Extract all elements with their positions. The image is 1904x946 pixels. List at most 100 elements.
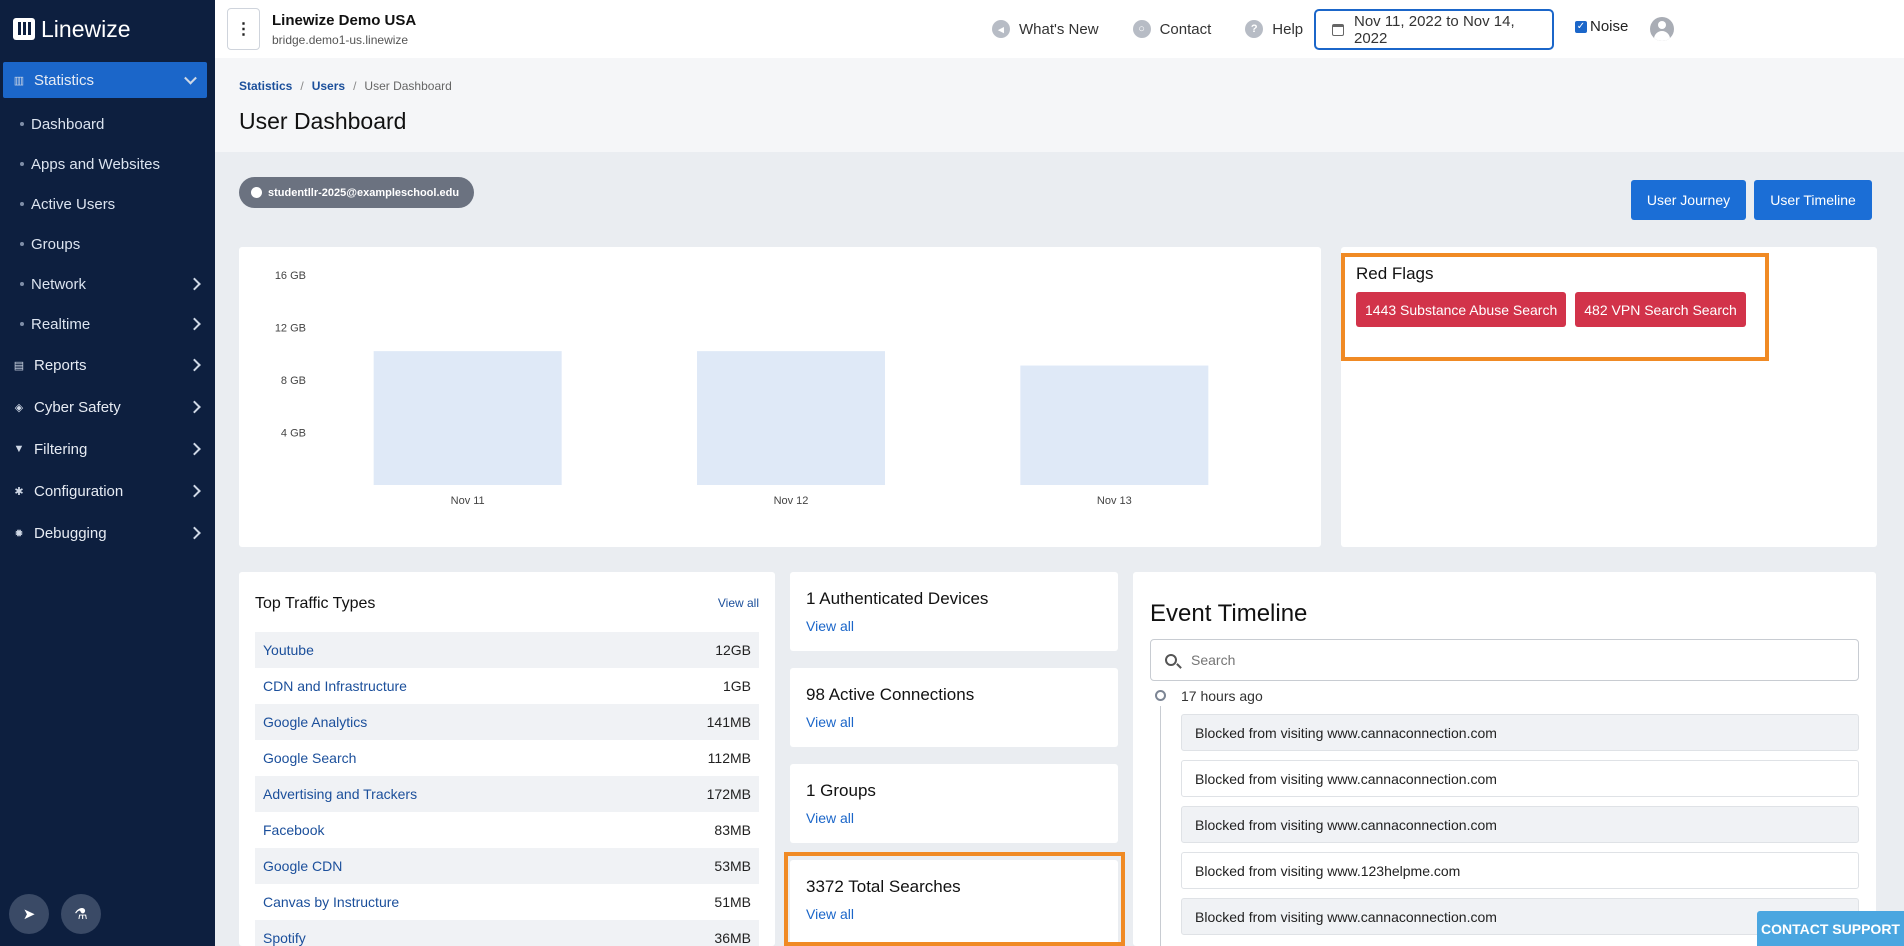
traffic-type-name[interactable]: Youtube (263, 642, 314, 658)
megaphone-icon: ◂ (992, 20, 1010, 38)
sidebar-item-filtering[interactable]: ▼ Filtering (0, 428, 215, 470)
breadcrumb-users[interactable]: Users (312, 79, 345, 93)
timeline-event[interactable]: Blocked from visiting www.123helpme.com (1181, 852, 1859, 889)
user-chip: studentllr-2025@exampleschool.edu (239, 177, 475, 208)
shield-icon: ◈ (14, 401, 24, 414)
red-flag-vpn-search[interactable]: 482 VPN Search Search (1575, 292, 1746, 327)
help-link[interactable]: ? Help (1245, 20, 1303, 38)
x-tick-label: Nov 11 (451, 495, 485, 507)
breadcrumb: Statistics / Users / User Dashboard (239, 79, 452, 93)
table-row[interactable]: Google Search 112MB (255, 740, 759, 776)
timeline-events: Blocked from visiting www.cannaconnectio… (1181, 714, 1859, 944)
table-row[interactable]: Advertising and Trackers 172MB (255, 776, 759, 812)
traffic-type-name[interactable]: Spotify (263, 930, 306, 946)
timeline-time: 17 hours ago (1181, 688, 1263, 704)
table-row[interactable]: Canvas by Instructure 51MB (255, 884, 759, 920)
chart-bar[interactable] (697, 351, 885, 485)
sidebar-item-cyber-safety[interactable]: ◈ Cyber Safety (0, 386, 215, 428)
chart-bar[interactable] (1020, 365, 1209, 485)
sidebar: Linewize ▥ Statistics Dashboard Apps and… (0, 0, 215, 946)
sidebar-subitem-realtime[interactable]: Realtime (0, 304, 215, 344)
user-avatar-icon[interactable] (1650, 17, 1674, 41)
x-tick-label: Nov 13 (1097, 495, 1132, 507)
timeline-event[interactable]: Blocked from visiting www.cannaconnectio… (1181, 714, 1859, 751)
event-timeline-title: Event Timeline (1150, 600, 1308, 627)
traffic-chart-card: 16 GB 12 GB 8 GB 4 GB Nov 11 Nov 12 Nov 13 (239, 247, 1321, 547)
sidebar-subitem-network[interactable]: Network (0, 264, 215, 304)
chevron-right-icon (188, 277, 201, 291)
event-timeline-card: Event Timeline 17 hours ago Blocked from… (1133, 572, 1876, 946)
table-row[interactable]: Facebook 83MB (255, 812, 759, 848)
traffic-type-name[interactable]: Google Analytics (263, 714, 367, 730)
table-row[interactable]: Spotify 36MB (255, 920, 759, 946)
traffic-type-name[interactable]: Facebook (263, 822, 324, 838)
user-journey-button[interactable]: User Journey (1631, 180, 1746, 220)
sidebar-item-configuration[interactable]: ✱ Configuration (0, 470, 215, 512)
table-row[interactable]: CDN and Infrastructure 1GB (255, 668, 759, 704)
traffic-type-name[interactable]: Google Search (263, 750, 356, 766)
kebab-menu-icon[interactable]: ⋮ (227, 8, 260, 50)
chevron-down-icon (184, 71, 197, 85)
breadcrumb-separator: / (300, 79, 304, 93)
flask-icon[interactable]: ⚗ (61, 894, 101, 934)
user-timeline-button[interactable]: User Timeline (1754, 180, 1872, 220)
help-icon: ? (1245, 20, 1264, 38)
traffic-type-name[interactable]: CDN and Infrastructure (263, 678, 407, 694)
breadcrumb-separator: / (353, 79, 357, 93)
sidebar-subitem-label: Apps and Websites (31, 155, 160, 173)
sidebar-subitem-label: Network (31, 275, 87, 293)
sidebar-subitem-dashboard[interactable]: Dashboard (0, 104, 215, 144)
traffic-type-value: 51MB (714, 894, 751, 910)
sidebar-item-debugging[interactable]: ✹ Debugging (0, 512, 215, 554)
table-row[interactable]: Google CDN 53MB (255, 848, 759, 884)
contact-link[interactable]: ○ Contact (1132, 20, 1212, 38)
sidebar-subitem-label: Dashboard (31, 115, 105, 133)
traffic-type-name[interactable]: Advertising and Trackers (263, 786, 417, 802)
stat-card-active-connections: 98 Active Connections View all (790, 668, 1118, 747)
noise-checkbox[interactable]: ✓ (1575, 20, 1587, 33)
chevron-right-icon (188, 317, 201, 331)
y-tick-label: 8 GB (281, 375, 306, 387)
traffic-type-value: 83MB (714, 822, 751, 838)
sidebar-item-label: Filtering (34, 440, 88, 458)
sidebar-subitem-label: Active Users (31, 195, 116, 213)
stat-view-all[interactable]: View all (806, 810, 854, 826)
timeline-dot-icon (1155, 690, 1166, 701)
chevron-right-icon (188, 358, 201, 372)
table-row[interactable]: Youtube 12GB (255, 632, 759, 668)
timeline-event[interactable]: Blocked from visiting www.cannaconnectio… (1181, 806, 1859, 843)
timeline-search (1150, 639, 1859, 681)
timeline-search-input[interactable] (1191, 652, 1811, 668)
sidebar-subitem-active-users[interactable]: Active Users (0, 184, 215, 224)
top-traffic-title: Top Traffic Types (255, 595, 376, 612)
sidebar-item-reports[interactable]: ▤ Reports (0, 344, 215, 386)
contact-label: Contact (1159, 20, 1212, 38)
y-tick-label: 16 GB (275, 270, 306, 282)
sidebar-subitem-groups[interactable]: Groups (0, 224, 215, 264)
table-row[interactable]: Google Analytics 141MB (255, 704, 759, 740)
noise-toggle[interactable]: ✓ Noise (1575, 18, 1628, 35)
whats-new-link[interactable]: ◂ What's New (992, 20, 1099, 38)
sidebar-subitem-apps-and-websites[interactable]: Apps and Websites (0, 144, 215, 184)
funnel-icon: ▼ (13, 443, 25, 455)
stat-view-all[interactable]: View all (806, 618, 854, 634)
send-icon[interactable]: ➤ (9, 894, 49, 934)
breadcrumb-statistics[interactable]: Statistics (239, 79, 292, 93)
timeline-event[interactable]: Blocked from visiting www.cannaconnectio… (1181, 760, 1859, 797)
sidebar-item-statistics[interactable]: ▥ Statistics (3, 62, 207, 98)
date-range-picker[interactable]: Nov 11, 2022 to Nov 14, 2022 (1314, 9, 1554, 50)
sidebar-subitem-label: Groups (31, 235, 81, 253)
red-flag-substance-abuse[interactable]: 1443 Substance Abuse Search (1356, 292, 1567, 327)
traffic-type-name[interactable]: Google CDN (263, 858, 342, 874)
page-title: User Dashboard (239, 108, 407, 134)
brand[interactable]: Linewize (0, 0, 215, 58)
top-traffic-view-all[interactable]: View all (718, 596, 759, 610)
main-content: studentllr-2025@exampleschool.edu User J… (215, 152, 1904, 946)
stat-view-all[interactable]: View all (806, 714, 854, 730)
chart-bar[interactable] (373, 351, 562, 485)
contact-support-button[interactable]: CONTACT SUPPORT (1757, 911, 1904, 946)
search-icon (1165, 654, 1177, 666)
chevron-right-icon (188, 526, 201, 540)
total-searches-highlight (784, 852, 1125, 946)
traffic-type-name[interactable]: Canvas by Instructure (263, 894, 399, 910)
